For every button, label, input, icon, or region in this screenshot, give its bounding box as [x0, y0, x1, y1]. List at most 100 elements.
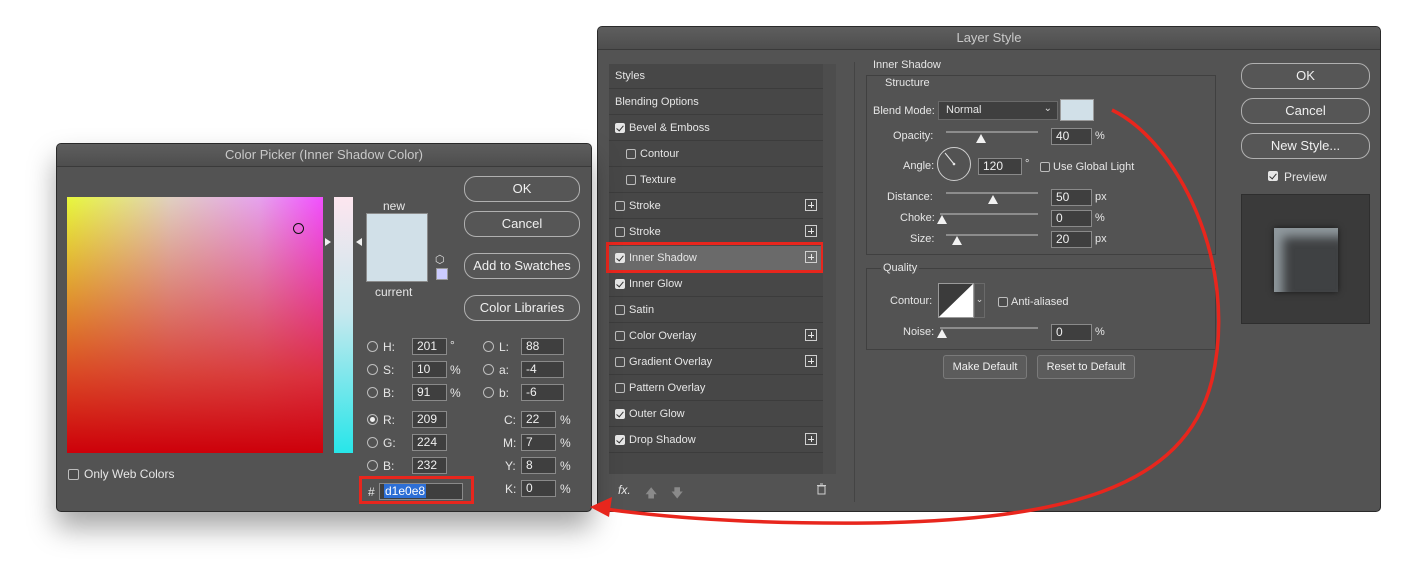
a-radio[interactable] — [483, 364, 494, 375]
l-field[interactable]: 88 — [521, 338, 564, 355]
style-item-checkbox[interactable] — [615, 123, 625, 133]
style-item-blending-options[interactable]: Blending Options — [609, 90, 823, 115]
add-to-swatches-button[interactable]: Add to Swatches — [464, 253, 580, 279]
style-item-inner-glow[interactable]: Inner Glow — [609, 272, 823, 297]
style-item-pattern-overlay[interactable]: Pattern Overlay — [609, 376, 823, 401]
r-radio[interactable] — [367, 414, 378, 425]
move-up-icon[interactable]: 🡅 — [645, 484, 657, 505]
ok-button[interactable]: OK — [464, 176, 580, 202]
m-field[interactable]: 7 — [521, 434, 556, 451]
angle-dial[interactable] — [937, 147, 971, 181]
current-color-swatch[interactable] — [366, 247, 428, 282]
color-cursor[interactable] — [293, 223, 304, 234]
style-item-stroke[interactable]: Stroke — [609, 220, 823, 245]
style-item-checkbox[interactable] — [615, 357, 625, 367]
noise-field[interactable]: 0 — [1051, 324, 1092, 341]
ok-button[interactable]: OK — [1241, 63, 1370, 89]
b-field[interactable]: 91 — [412, 384, 447, 401]
style-item-checkbox[interactable] — [615, 279, 625, 289]
style-item-checkbox[interactable] — [615, 305, 625, 315]
contour-thumbnail[interactable] — [938, 283, 974, 318]
hue-slider-left-arrow-icon[interactable] — [325, 238, 331, 246]
make-default-button[interactable]: Make Default — [943, 355, 1027, 379]
distance-slider[interactable] — [946, 192, 1038, 194]
opacity-slider-thumb[interactable] — [976, 134, 986, 143]
hex-field[interactable]: d1e0e8 — [379, 483, 463, 500]
rgb-b-field[interactable]: 232 — [412, 457, 447, 474]
trash-icon[interactable] — [816, 482, 826, 495]
contour-dropdown-chevron-down-icon[interactable]: ⌄ — [974, 283, 985, 318]
choke-field[interactable]: 0 — [1051, 210, 1092, 227]
style-item-checkbox[interactable] — [615, 435, 625, 445]
new-style-button[interactable]: New Style... — [1241, 133, 1370, 159]
color-libraries-button[interactable]: Color Libraries — [464, 295, 580, 321]
preview-checkbox[interactable] — [1268, 171, 1278, 181]
lab-b-field[interactable]: -6 — [521, 384, 564, 401]
cube-icon[interactable]: ⬡ — [435, 253, 445, 266]
color-field[interactable] — [67, 197, 323, 453]
style-item-color-overlay[interactable]: Color Overlay — [609, 324, 823, 349]
noise-slider[interactable] — [940, 327, 1038, 329]
noise-slider-thumb[interactable] — [937, 329, 947, 338]
shadow-color-swatch[interactable] — [1060, 99, 1094, 121]
s-radio[interactable] — [367, 364, 378, 375]
style-item-satin[interactable]: Satin — [609, 298, 823, 323]
g-field[interactable]: 224 — [412, 434, 447, 451]
s-field[interactable]: 10 — [412, 361, 447, 378]
style-item-checkbox[interactable] — [615, 331, 625, 341]
distance-slider-thumb[interactable] — [988, 195, 998, 204]
style-item-styles[interactable]: Styles — [609, 64, 823, 89]
web-safe-color-swatch[interactable] — [436, 268, 448, 280]
add-style-plus-icon[interactable] — [805, 355, 817, 367]
lab-b-radio[interactable] — [483, 387, 494, 398]
b-radio[interactable] — [367, 387, 378, 398]
style-item-checkbox[interactable] — [615, 409, 625, 419]
rgb-b-radio[interactable] — [367, 460, 378, 471]
style-item-checkbox[interactable] — [626, 175, 636, 185]
style-item-checkbox[interactable] — [615, 253, 625, 263]
style-item-contour[interactable]: Contour — [609, 142, 823, 167]
style-item-stroke[interactable]: Stroke — [609, 194, 823, 219]
add-style-plus-icon[interactable] — [805, 251, 817, 263]
style-item-checkbox[interactable] — [615, 227, 625, 237]
c-field[interactable]: 22 — [521, 411, 556, 428]
y-field[interactable]: 8 — [521, 457, 556, 474]
style-item-checkbox[interactable] — [615, 383, 625, 393]
style-item-texture[interactable]: Texture — [609, 168, 823, 193]
opacity-slider[interactable] — [946, 131, 1038, 133]
r-field[interactable]: 209 — [412, 411, 447, 428]
h-field[interactable]: 201 — [412, 338, 447, 355]
size-slider-thumb[interactable] — [952, 236, 962, 245]
hue-slider[interactable] — [334, 197, 353, 453]
anti-aliased-checkbox[interactable] — [998, 297, 1008, 307]
reset-default-button[interactable]: Reset to Default — [1037, 355, 1135, 379]
add-style-plus-icon[interactable] — [805, 329, 817, 341]
only-web-colors-checkbox[interactable] — [68, 469, 79, 480]
style-item-inner-shadow[interactable]: Inner Shadow — [606, 242, 824, 273]
angle-field[interactable]: 120 — [978, 158, 1022, 175]
add-style-plus-icon[interactable] — [805, 225, 817, 237]
h-radio[interactable] — [367, 341, 378, 352]
size-field[interactable]: 20 — [1051, 231, 1092, 248]
use-global-light-checkbox[interactable] — [1040, 162, 1050, 172]
cancel-button[interactable]: Cancel — [1241, 98, 1370, 124]
distance-field[interactable]: 50 — [1051, 189, 1092, 206]
style-item-checkbox[interactable] — [626, 149, 636, 159]
style-item-drop-shadow[interactable]: Drop Shadow — [609, 428, 823, 453]
style-item-gradient-overlay[interactable]: Gradient Overlay — [609, 350, 823, 375]
hue-slider-right-arrow-icon[interactable] — [356, 238, 362, 246]
style-item-outer-glow[interactable]: Outer Glow — [609, 402, 823, 427]
choke-slider-thumb[interactable] — [937, 215, 947, 224]
l-radio[interactable] — [483, 341, 494, 352]
styles-list-scrollbar[interactable] — [823, 64, 836, 474]
style-item-checkbox[interactable] — [615, 201, 625, 211]
choke-slider[interactable] — [940, 213, 1038, 215]
g-radio[interactable] — [367, 437, 378, 448]
fx-button[interactable]: fx. — [618, 483, 631, 497]
add-style-plus-icon[interactable] — [805, 433, 817, 445]
cancel-button[interactable]: Cancel — [464, 211, 580, 237]
k-field[interactable]: 0 — [521, 480, 556, 497]
a-field[interactable]: -4 — [521, 361, 564, 378]
style-item-bevel-emboss[interactable]: Bevel & Emboss — [609, 116, 823, 141]
add-style-plus-icon[interactable] — [805, 199, 817, 211]
